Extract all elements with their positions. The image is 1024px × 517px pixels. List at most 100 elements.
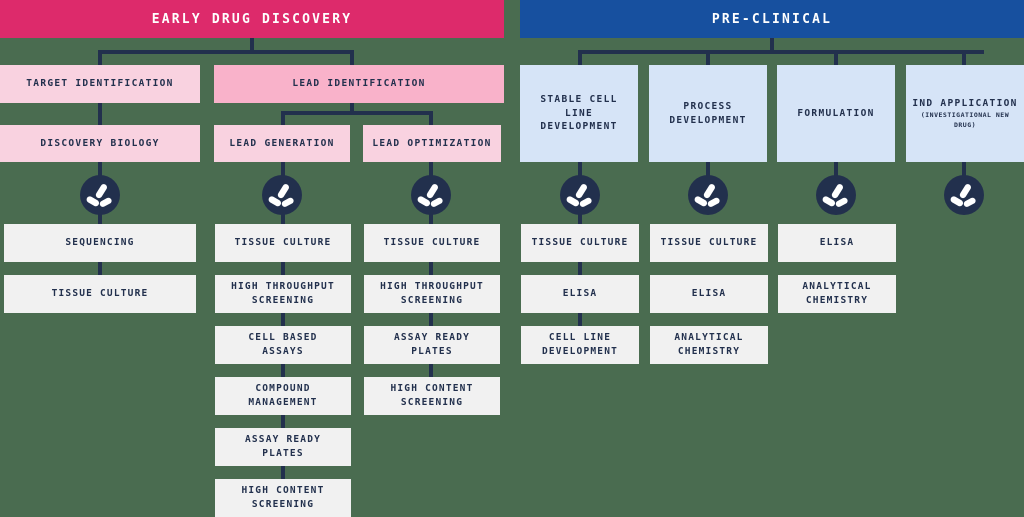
stage-lead-optimization-label: LEAD OPTIMIZATION xyxy=(372,137,492,149)
connector-list xyxy=(281,466,285,479)
list-item[interactable]: TISSUE CULTURE xyxy=(364,224,500,262)
stage-lead-identification[interactable]: LEAD IDENTIFICATION xyxy=(214,65,504,103)
stage-process-development-label-line2: DEVELOPMENT xyxy=(669,114,747,126)
stage-stable-cell-line-development[interactable]: STABLE CELL LINE DEVELOPMENT xyxy=(520,65,638,162)
connector-early-bus xyxy=(100,50,354,54)
list-item[interactable]: HIGH THROUGHPUT SCREENING xyxy=(215,275,351,313)
list-item-label-line2: SCREENING xyxy=(400,295,464,306)
connector-lead-to-generation xyxy=(281,111,285,125)
connector-early-to-lead xyxy=(350,50,354,65)
connector-list xyxy=(578,313,582,326)
workflow-diagram: EARLY DRUG DISCOVERY PRE-CLINICAL TARGET… xyxy=(0,0,1024,517)
connector-list xyxy=(429,313,433,326)
list-item[interactable]: TISSUE CULTURE xyxy=(521,224,639,262)
connector-pre-to-process-development xyxy=(706,50,710,65)
stage-lead-optimization[interactable]: LEAD OPTIMIZATION xyxy=(363,125,501,162)
list-item-label-line1: ANALYTICAL xyxy=(802,281,872,293)
list-item[interactable]: ELISA xyxy=(778,224,896,262)
connector-list xyxy=(281,364,285,377)
connector-icon-to-list-leadopt xyxy=(429,210,433,224)
stage-target-identification-label: TARGET IDENTIFICATION xyxy=(26,78,174,90)
stage-ind-application-label: IND APPLICATION xyxy=(912,97,1018,109)
connector-target-to-discovery xyxy=(98,103,102,125)
propeller-logo-icon xyxy=(560,175,600,215)
propeller-logo-icon xyxy=(411,175,451,215)
list-item-label-line1: ASSAY READY xyxy=(244,434,322,446)
stage-stable-cell-line-development-label-line1: STABLE CELL xyxy=(540,93,618,105)
phase-header-early-drug-discovery: EARLY DRUG DISCOVERY xyxy=(0,0,504,38)
list-item-label-line2: SCREENING xyxy=(251,499,315,510)
list-item-label: ELISA xyxy=(819,237,855,249)
list-item-label-line1: HIGH THROUGHPUT xyxy=(380,281,484,293)
stage-formulation-label: FORMULATION xyxy=(797,107,875,119)
list-item-label-line1: CELL BASED xyxy=(248,332,318,344)
connector-icon-to-list-leadgen xyxy=(281,210,285,224)
list-item[interactable]: TISSUE CULTURE xyxy=(650,224,768,262)
connector-list xyxy=(98,262,102,275)
stage-process-development[interactable]: PROCESS DEVELOPMENT xyxy=(649,65,767,162)
list-item-label: TISSUE CULTURE xyxy=(660,237,758,249)
list-item-label-line1: HIGH THROUGHPUT xyxy=(231,281,335,293)
connector-pre-bus xyxy=(580,50,984,54)
list-item-label-line2: DEVELOPMENT xyxy=(541,346,619,357)
list-item[interactable]: ANALYTICAL CHEMISTRY xyxy=(650,326,768,364)
connector-pre-to-stable-cell-line xyxy=(578,50,582,65)
list-item-label: TISSUE CULTURE xyxy=(531,237,629,249)
list-item-label-line2: SCREENING xyxy=(400,397,464,408)
list-item[interactable]: HIGH THROUGHPUT SCREENING xyxy=(364,275,500,313)
list-item-label: TISSUE CULTURE xyxy=(51,288,149,300)
propeller-logo-icon xyxy=(80,175,120,215)
propeller-logo-icon xyxy=(688,175,728,215)
phase-header-pre-clinical: PRE-CLINICAL xyxy=(520,0,1024,38)
stage-lead-identification-label: LEAD IDENTIFICATION xyxy=(292,78,426,90)
stage-lead-generation[interactable]: LEAD GENERATION xyxy=(214,125,350,162)
stage-stable-cell-line-development-label-line2: LINE DEVELOPMENT xyxy=(540,107,618,133)
connector-icon-to-list-discovery xyxy=(98,210,102,224)
list-item-label: ELISA xyxy=(562,288,598,300)
list-item-label-line2: ASSAYS xyxy=(262,346,304,357)
list-item[interactable]: CELL LINE DEVELOPMENT xyxy=(521,326,639,364)
list-item-label: SEQUENCING xyxy=(65,237,135,249)
connector-lead-to-optimization xyxy=(429,111,433,125)
list-item[interactable]: CELL BASED ASSAYS xyxy=(215,326,351,364)
propeller-logo-icon xyxy=(262,175,302,215)
list-item[interactable]: TISSUE CULTURE xyxy=(4,275,196,313)
connector-pre-to-formulation xyxy=(834,50,838,65)
stage-target-identification[interactable]: TARGET IDENTIFICATION xyxy=(0,65,200,103)
list-item[interactable]: COMPOUND MANAGEMENT xyxy=(215,377,351,415)
list-item[interactable]: ANALYTICAL CHEMISTRY xyxy=(778,275,896,313)
connector-list xyxy=(578,262,582,275)
connector-early-to-target xyxy=(98,50,102,65)
list-item[interactable]: ELISA xyxy=(650,275,768,313)
list-item-label-line2: SCREENING xyxy=(251,295,315,306)
list-item-label-line1: ASSAY READY xyxy=(393,332,471,344)
connector-list xyxy=(281,262,285,275)
list-item-label-line2: CHEMISTRY xyxy=(805,295,869,306)
connector-list xyxy=(429,364,433,377)
list-item-label-line1: ANALYTICAL xyxy=(674,332,744,344)
list-item[interactable]: HIGH CONTENT SCREENING xyxy=(215,479,351,517)
stage-process-development-label-line1: PROCESS xyxy=(683,100,733,112)
stage-lead-generation-label: LEAD GENERATION xyxy=(229,137,335,149)
list-item[interactable]: ASSAY READY PLATES xyxy=(364,326,500,364)
list-item[interactable]: ASSAY READY PLATES xyxy=(215,428,351,466)
stage-discovery-biology-label: DISCOVERY BIOLOGY xyxy=(40,137,160,149)
list-item[interactable]: TISSUE CULTURE xyxy=(215,224,351,262)
list-item[interactable]: HIGH CONTENT SCREENING xyxy=(364,377,500,415)
list-item[interactable]: SEQUENCING xyxy=(4,224,196,262)
list-item-label-line1: CELL LINE xyxy=(548,332,612,344)
stage-ind-application[interactable]: IND APPLICATION (INVESTIGATIONAL NEW DRU… xyxy=(906,65,1024,162)
list-item-label-line1: COMPOUND xyxy=(255,383,311,395)
connector-icon-to-list-stablecell xyxy=(578,210,582,224)
stage-discovery-biology[interactable]: DISCOVERY BIOLOGY xyxy=(0,125,200,162)
propeller-logo-icon xyxy=(816,175,856,215)
connector-list xyxy=(429,262,433,275)
phase-header-pre-clinical-label: PRE-CLINICAL xyxy=(711,11,833,27)
list-item-label-line2: MANAGEMENT xyxy=(248,397,318,408)
list-item-label-line2: PLATES xyxy=(262,448,304,459)
connector-list xyxy=(281,415,285,428)
list-item[interactable]: ELISA xyxy=(521,275,639,313)
list-item-label-line1: HIGH CONTENT xyxy=(390,383,474,395)
list-item-label-line2: CHEMISTRY xyxy=(677,346,741,357)
stage-formulation[interactable]: FORMULATION xyxy=(777,65,895,162)
